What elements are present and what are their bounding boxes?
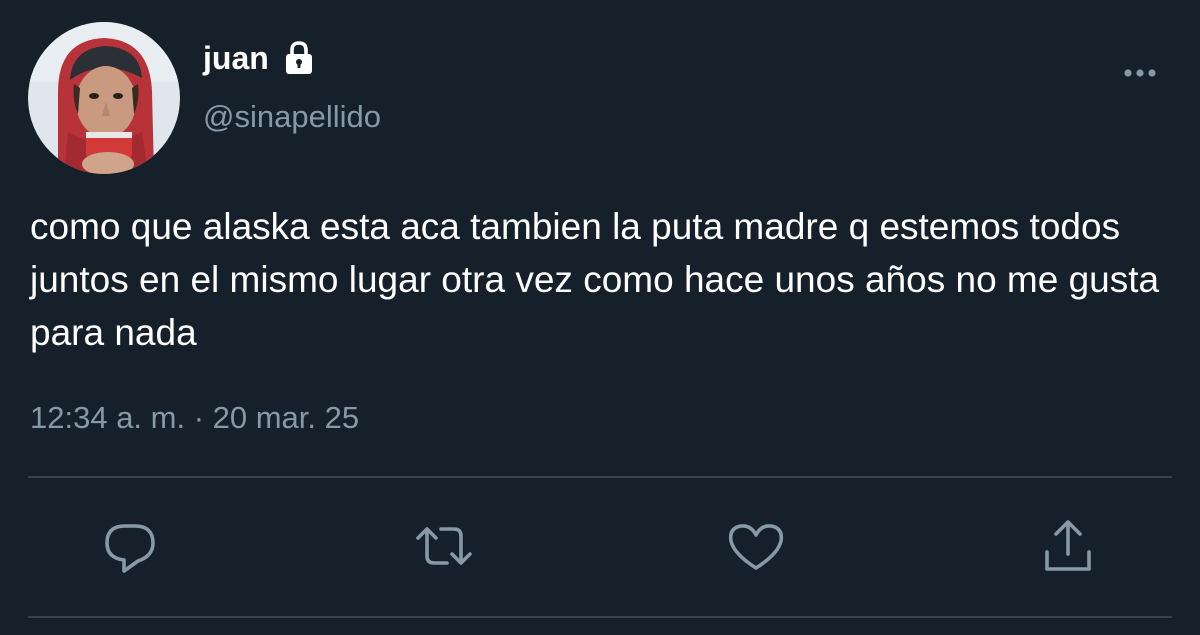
divider bbox=[28, 476, 1172, 478]
tweet-timestamp[interactable]: 12:34 a. m. · 20 mar. 25 bbox=[30, 395, 359, 441]
lock-icon bbox=[285, 41, 312, 74]
display-name[interactable]: juan bbox=[203, 36, 269, 80]
display-name-row: juan bbox=[203, 36, 315, 80]
divider bbox=[28, 616, 1172, 618]
retweet-button[interactable] bbox=[412, 514, 476, 578]
reply-icon bbox=[105, 524, 155, 573]
more-options-icon[interactable] bbox=[1116, 58, 1164, 88]
reply-button[interactable] bbox=[98, 514, 162, 578]
retweet-icon bbox=[416, 527, 472, 565]
share-button[interactable] bbox=[1036, 514, 1100, 578]
avatar[interactable] bbox=[28, 22, 180, 174]
share-icon bbox=[1045, 520, 1091, 571]
tweet-text: como que alaska esta aca tambien la puta… bbox=[30, 206, 1160, 353]
user-handle[interactable]: @sinapellido bbox=[203, 96, 381, 138]
heart-icon bbox=[728, 524, 784, 570]
tweet-card: juan @sinapellido como que alaska esta a… bbox=[0, 0, 1200, 635]
like-button[interactable] bbox=[724, 514, 788, 578]
avatar-photo bbox=[28, 22, 180, 174]
